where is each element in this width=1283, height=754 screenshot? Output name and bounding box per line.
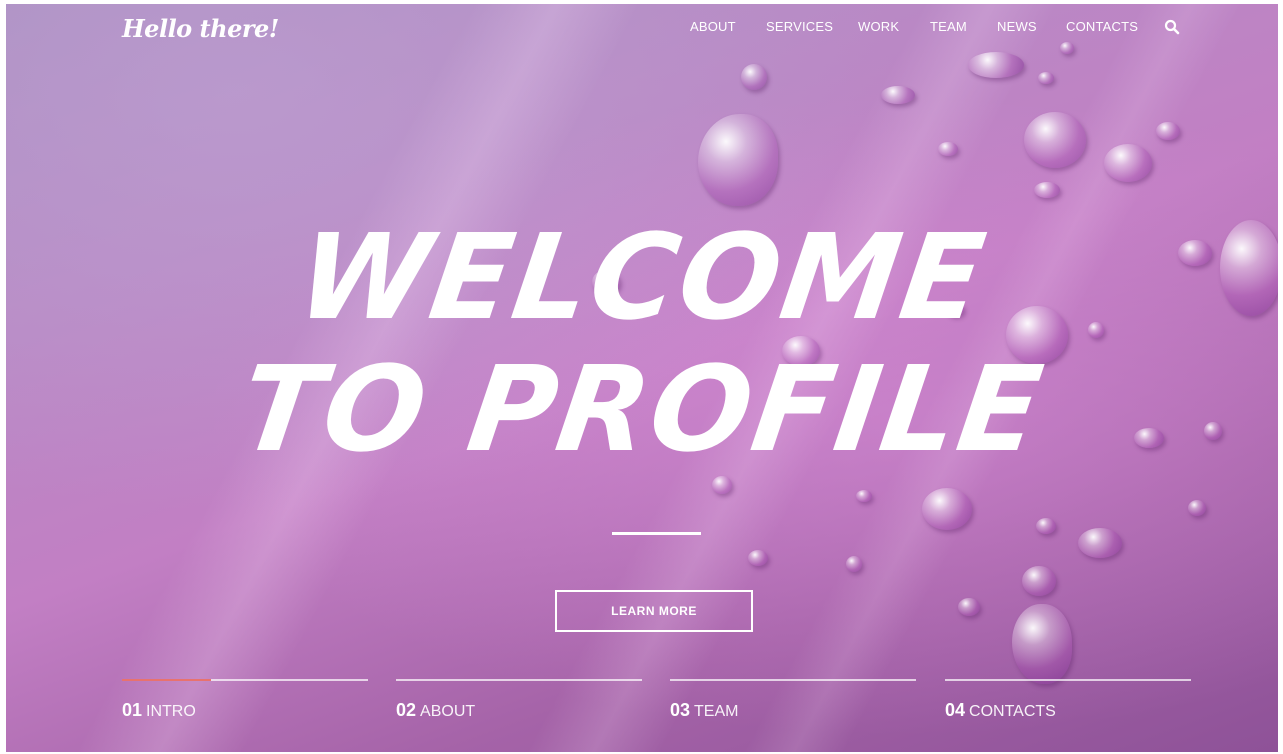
slide-label: 02 ABOUT	[396, 700, 475, 721]
slide-bar	[945, 679, 1191, 681]
slide-label: 01 INTRO	[122, 700, 196, 721]
slide-label: 04 CONTACTS	[945, 700, 1056, 721]
learn-more-button[interactable]: LEARN MORE	[555, 590, 753, 632]
slide-number: 01	[122, 700, 143, 720]
slide-progress	[122, 679, 211, 681]
title-divider	[612, 532, 701, 535]
nav-item-team[interactable]: TEAM	[930, 19, 967, 34]
nav-item-work[interactable]: WORK	[858, 19, 899, 34]
nav-item-news[interactable]: NEWS	[997, 19, 1037, 34]
nav-item-contacts[interactable]: CONTACTS	[1066, 19, 1138, 34]
nav-item-services[interactable]: SERVICES	[766, 19, 833, 34]
slide-name: ABOUT	[420, 703, 476, 720]
slide-bar	[396, 679, 642, 681]
nav-item-about[interactable]: ABOUT	[690, 19, 736, 34]
slide-bar	[670, 679, 916, 681]
slide-name: CONTACTS	[969, 703, 1056, 720]
slide-number: 02	[396, 700, 417, 720]
main-nav: ABOUT SERVICES WORK TEAM NEWS CONTACTS	[6, 19, 1278, 39]
slide-label: 03 TEAM	[670, 700, 738, 721]
hero-title-line2: TO PROFILE	[232, 340, 1052, 478]
slide-number: 04	[945, 700, 966, 720]
hero-section: Hello there! ABOUT SERVICES WORK TEAM NE…	[6, 4, 1278, 752]
slide-name: TEAM	[694, 703, 739, 720]
slide-name: INTRO	[146, 703, 196, 720]
hero-title-line1: WELCOME	[289, 208, 995, 346]
slide-number: 03	[670, 700, 691, 720]
search-icon[interactable]	[1164, 19, 1180, 35]
